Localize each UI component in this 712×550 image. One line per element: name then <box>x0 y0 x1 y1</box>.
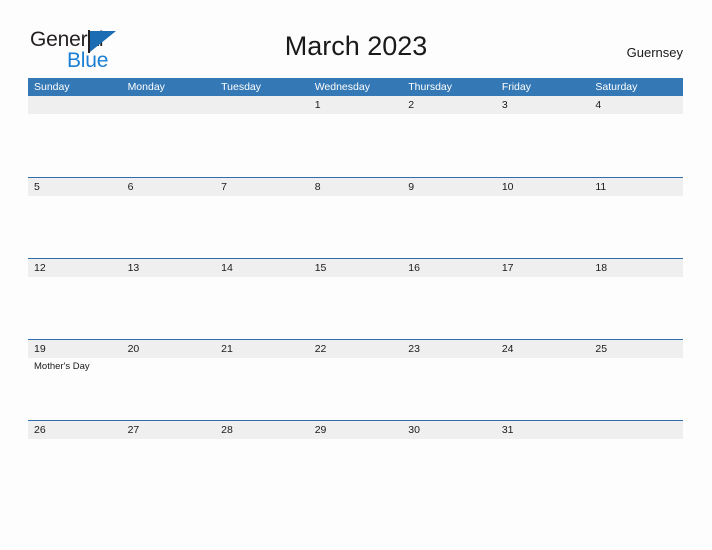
day-cell[interactable] <box>589 196 683 257</box>
date-number[interactable]: 8 <box>309 178 403 196</box>
day-cell[interactable] <box>122 439 216 500</box>
week-row: 19 20 21 22 23 24 25 Mother's Day <box>28 339 683 420</box>
day-cell[interactable] <box>122 196 216 257</box>
day-cell[interactable] <box>309 196 403 257</box>
week-events-area <box>28 277 683 338</box>
date-number[interactable]: 13 <box>122 259 216 277</box>
day-cell[interactable] <box>122 277 216 338</box>
event-label: Mother's Day <box>34 361 90 372</box>
week-date-band: 12 13 14 15 16 17 18 <box>28 259 683 277</box>
day-cell[interactable] <box>402 196 496 257</box>
date-number[interactable]: 28 <box>215 421 309 439</box>
week-events-area <box>28 114 683 175</box>
day-cell[interactable] <box>589 439 683 500</box>
date-number[interactable]: 18 <box>589 259 683 277</box>
date-number[interactable]: 12 <box>28 259 122 277</box>
date-number[interactable]: 25 <box>589 340 683 358</box>
date-number[interactable] <box>28 96 122 114</box>
week-date-band: 5 6 7 8 9 10 11 <box>28 178 683 196</box>
day-cell[interactable] <box>309 358 403 419</box>
day-cell[interactable] <box>496 358 590 419</box>
day-cell[interactable] <box>309 277 403 338</box>
date-number[interactable]: 20 <box>122 340 216 358</box>
date-number[interactable]: 27 <box>122 421 216 439</box>
page-title: March 2023 <box>284 31 428 61</box>
day-cell[interactable] <box>122 358 216 419</box>
date-number[interactable]: 14 <box>215 259 309 277</box>
day-cell[interactable] <box>496 114 590 175</box>
day-header-thursday: Thursday <box>408 81 453 93</box>
date-number[interactable]: 29 <box>309 421 403 439</box>
week-date-band: 19 20 21 22 23 24 25 <box>28 340 683 358</box>
date-number[interactable]: 6 <box>122 178 216 196</box>
date-number[interactable] <box>589 421 683 439</box>
day-cell[interactable] <box>215 439 309 500</box>
day-cell[interactable]: Mother's Day <box>28 358 122 419</box>
day-cell[interactable] <box>402 439 496 500</box>
day-header-monday: Monday <box>127 81 165 93</box>
date-number[interactable]: 16 <box>402 259 496 277</box>
day-cell[interactable] <box>309 439 403 500</box>
week-date-band: 26 27 28 29 30 31 <box>28 421 683 439</box>
calendar-grid: Sunday Monday Tuesday Wednesday Thursday… <box>28 78 683 501</box>
date-number[interactable]: 10 <box>496 178 590 196</box>
week-events-area <box>28 439 683 500</box>
date-number[interactable]: 3 <box>496 96 590 114</box>
week-row: 1 2 3 4 <box>28 96 683 177</box>
date-number[interactable]: 5 <box>28 178 122 196</box>
week-row: 12 13 14 15 16 17 18 <box>28 258 683 339</box>
week-events-area: Mother's Day <box>28 358 683 419</box>
day-header-saturday: Saturday <box>595 81 638 93</box>
day-header-friday: Friday <box>501 81 531 93</box>
day-cell[interactable] <box>28 196 122 257</box>
date-number[interactable]: 22 <box>309 340 403 358</box>
week-events-area <box>28 196 683 257</box>
date-number[interactable]: 11 <box>589 178 683 196</box>
date-number[interactable]: 4 <box>589 96 683 114</box>
week-row: 5 6 7 8 9 10 11 <box>28 177 683 258</box>
day-cell[interactable] <box>309 114 403 175</box>
day-cell[interactable] <box>589 358 683 419</box>
date-number[interactable]: 19 <box>28 340 122 358</box>
week-date-band: 1 2 3 4 <box>28 96 683 114</box>
date-number[interactable]: 9 <box>402 178 496 196</box>
day-cell[interactable] <box>402 277 496 338</box>
day-cell[interactable] <box>215 358 309 419</box>
day-cell[interactable] <box>215 114 309 175</box>
day-of-week-header-row: Sunday Monday Tuesday Wednesday Thursday… <box>28 78 683 96</box>
day-cell[interactable] <box>589 114 683 175</box>
day-cell[interactable] <box>28 277 122 338</box>
day-cell[interactable] <box>28 439 122 500</box>
locale-label: Guernsey <box>626 45 683 60</box>
day-cell[interactable] <box>402 358 496 419</box>
date-number[interactable]: 17 <box>496 259 590 277</box>
page-header: General Blue March 2023 Guernsey <box>0 0 712 78</box>
day-cell[interactable] <box>215 277 309 338</box>
date-number[interactable]: 1 <box>309 96 403 114</box>
date-number[interactable]: 31 <box>496 421 590 439</box>
date-number[interactable]: 23 <box>402 340 496 358</box>
day-cell[interactable] <box>122 114 216 175</box>
day-header-wednesday: Wednesday <box>314 81 370 93</box>
date-number[interactable]: 7 <box>215 178 309 196</box>
date-number[interactable]: 30 <box>402 421 496 439</box>
day-cell[interactable] <box>496 196 590 257</box>
date-number[interactable]: 15 <box>309 259 403 277</box>
day-cell[interactable] <box>28 114 122 175</box>
date-number[interactable]: 26 <box>28 421 122 439</box>
day-header-tuesday: Tuesday <box>221 81 262 93</box>
day-cell[interactable] <box>215 196 309 257</box>
day-header-sunday: Sunday <box>34 81 70 93</box>
date-number[interactable]: 21 <box>215 340 309 358</box>
date-number[interactable]: 24 <box>496 340 590 358</box>
date-number[interactable] <box>122 96 216 114</box>
week-row: 26 27 28 29 30 31 <box>28 420 683 501</box>
date-number[interactable] <box>215 96 309 114</box>
day-cell[interactable] <box>589 277 683 338</box>
day-cell[interactable] <box>496 439 590 500</box>
day-cell[interactable] <box>496 277 590 338</box>
day-cell[interactable] <box>402 114 496 175</box>
date-number[interactable]: 2 <box>402 96 496 114</box>
